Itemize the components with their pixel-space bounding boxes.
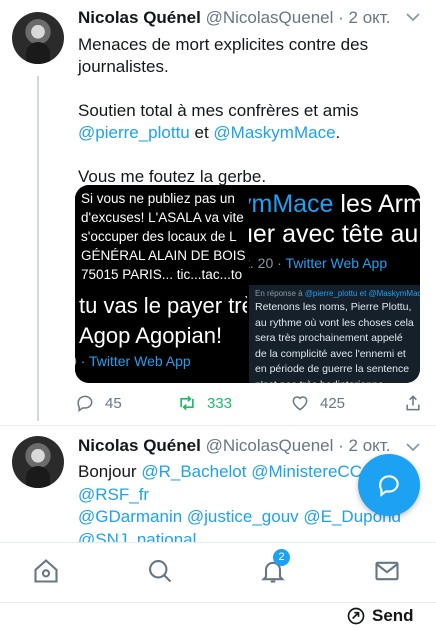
chevron-down-icon[interactable] (406, 442, 420, 452)
notification-badge: 2 (273, 549, 290, 566)
media-image[interactable]: tu vas le payer trè Agop Agopian! 0 · Tw… (75, 285, 247, 383)
retweet-icon (180, 395, 194, 411)
tweet-header: Nicolas Quénel @NicolasQuenel · 2 окт. (78, 436, 390, 456)
image-text-line: tu vas le payer trè (79, 293, 247, 318)
separator-dot: · (338, 436, 344, 455)
media-image[interactable]: ymMace les Arme uer avec tête au fo ct. … (249, 185, 420, 283)
image-reply-label: En réponse à (255, 289, 305, 298)
send-button[interactable]: Send (346, 606, 414, 626)
image-meta-source: Twitter Web App (285, 255, 388, 271)
reply-count: 45 (105, 394, 122, 412)
image-reply-mentions: @pierre_plottu et @MaskymMace (304, 289, 420, 298)
send-label: Send (372, 606, 414, 625)
retweet-count: 333 (207, 394, 233, 412)
mention-link[interactable]: @SNJ_national (78, 529, 423, 544)
avatar[interactable] (12, 436, 64, 488)
image-text-line: 75015 PARIS... tic...tac...to (81, 267, 243, 282)
tweet-date[interactable]: 2 окт. (349, 436, 391, 455)
separator-dot: · (338, 8, 344, 27)
image-text-line: d'excuses! L'ASALA va vite (81, 210, 244, 225)
tab-search[interactable] (146, 557, 174, 585)
media-image[interactable]: Si vous ne publiez pas un d'excuses! L'A… (75, 185, 247, 283)
image-text-line: s'occuper des locaux de L (81, 229, 237, 244)
reply-icon (77, 395, 93, 412)
mention-link[interactable]: @MaskymMace (213, 123, 335, 142)
image-text: les Arme (340, 190, 420, 218)
author-handle[interactable]: @NicolasQuenel (206, 8, 334, 27)
tweet-text-line: journalistes. (78, 57, 169, 76)
heart-icon (292, 396, 308, 411)
tweet[interactable]: Nicolas Quénel @NicolasQuenel · 2 окт. M… (0, 0, 436, 425)
retweet-button[interactable]: 333 (177, 393, 232, 413)
author-handle[interactable]: @NicolasQuenel (206, 436, 334, 455)
tweet-text-period: . (335, 123, 341, 142)
compose-reply-icon (379, 475, 399, 497)
search-icon (149, 560, 172, 583)
tweet-actions: 45 333 425 (75, 393, 425, 417)
reply-button[interactable]: 45 (75, 393, 122, 413)
image-meta-source: Twitter Web App (88, 353, 191, 369)
mention-link[interactable]: @R_Bachelot @MinistereCC @ (141, 462, 384, 481)
share-icon (406, 395, 420, 411)
tab-home[interactable] (32, 557, 60, 585)
image-text-line: uer avec tête au fo (249, 220, 420, 248)
tab-messages[interactable] (373, 557, 401, 585)
bottom-tab-bar: 2 (0, 542, 436, 602)
image-text-mention: ymMace (249, 190, 334, 218)
image-text: Retenons les noms, Pierre Plottu, au ryt… (255, 301, 414, 383)
mention-link[interactable]: @pierre_plottu (78, 123, 190, 142)
tab-notifications[interactable]: 2 (259, 549, 290, 585)
image-meta: ct. 20 · (249, 255, 282, 271)
like-count: 425 (320, 394, 346, 412)
tweet-text-word: Bonjour (78, 462, 137, 481)
author-name[interactable]: Nicolas Quénel (78, 8, 201, 27)
tweet-text: Menaces de mort explicites contre des jo… (78, 34, 423, 188)
chevron-down-icon[interactable] (406, 12, 420, 22)
tweet-header: Nicolas Quénel @NicolasQuenel · 2 окт. (78, 8, 390, 28)
send-icon (347, 607, 365, 625)
image-text-line: Agop Agopian! (79, 323, 223, 348)
share-button[interactable] (403, 393, 423, 413)
media-image[interactable]: En réponse à @pierre_plottu et @MaskymMa… (249, 285, 420, 383)
image-meta: 0 · (75, 353, 86, 369)
avatar[interactable] (12, 12, 64, 64)
compose-button[interactable] (358, 454, 420, 516)
image-text-line: GÉNÉRAL ALAIN DE BOIS (81, 248, 246, 263)
tweet-text-line: Soutien total à mes confrères et amis (78, 101, 359, 120)
tweet-text-line: Menaces de mort explicites contre des (78, 35, 369, 54)
image-text-line: Si vous ne publiez pas un (81, 191, 235, 206)
media-grid[interactable]: Si vous ne publiez pas un d'excuses! L'A… (75, 185, 420, 383)
thread-line (37, 76, 39, 421)
tweet-date[interactable]: 2 окт. (349, 8, 391, 27)
home-icon (34, 559, 58, 583)
like-button[interactable]: 425 (290, 393, 345, 413)
tweet-text-word: et (194, 123, 209, 142)
mail-icon (375, 561, 399, 581)
author-name[interactable]: Nicolas Quénel (78, 436, 201, 455)
